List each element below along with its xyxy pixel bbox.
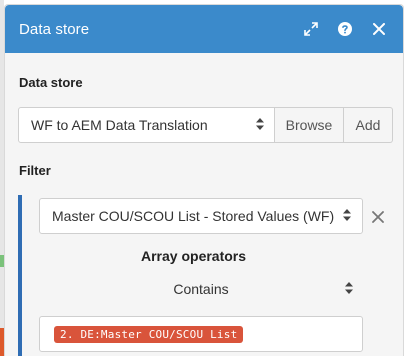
mapped-value-pill[interactable]: 2. DE:Master COU/SCOU List — [54, 325, 244, 343]
add-button[interactable]: Add — [344, 107, 393, 143]
data-store-dialog: Data store Data store WF to AEM Data Tra… — [4, 4, 404, 356]
data-store-row: WF to AEM Data Translation Browse Add — [18, 107, 393, 143]
close-icon[interactable] — [371, 21, 387, 37]
operator-selected-value: Contains — [173, 281, 229, 297]
data-store-label: Data store — [19, 75, 83, 90]
filter-field-select[interactable]: Master COU/SCOU List - Stored Values (WF… — [39, 198, 363, 234]
browse-button[interactable]: Browse — [275, 107, 344, 143]
select-arrows-icon — [345, 281, 353, 297]
filter-label: Filter — [19, 163, 51, 178]
filter-group-bar — [18, 195, 22, 356]
array-operators-label: Array operators — [141, 248, 247, 264]
remove-condition-icon[interactable] — [372, 210, 386, 224]
select-arrows-icon — [256, 117, 264, 133]
filter-value-field[interactable]: 2. DE:Master COU/SCOU List — [39, 316, 363, 352]
operator-select[interactable]: Contains — [39, 274, 363, 304]
filter-field-value: Master COU/SCOU List - Stored Values (WF… — [52, 208, 335, 224]
data-store-select[interactable]: WF to AEM Data Translation — [18, 107, 275, 143]
data-store-selected-value: WF to AEM Data Translation — [31, 117, 208, 133]
help-icon[interactable] — [337, 21, 353, 37]
filter-condition: Master COU/SCOU List - Stored Values (WF… — [18, 192, 401, 356]
expand-icon[interactable] — [303, 21, 319, 37]
dialog-title: Data store — [19, 20, 90, 38]
dialog-header: Data store — [5, 5, 403, 53]
select-arrows-icon — [343, 208, 351, 224]
